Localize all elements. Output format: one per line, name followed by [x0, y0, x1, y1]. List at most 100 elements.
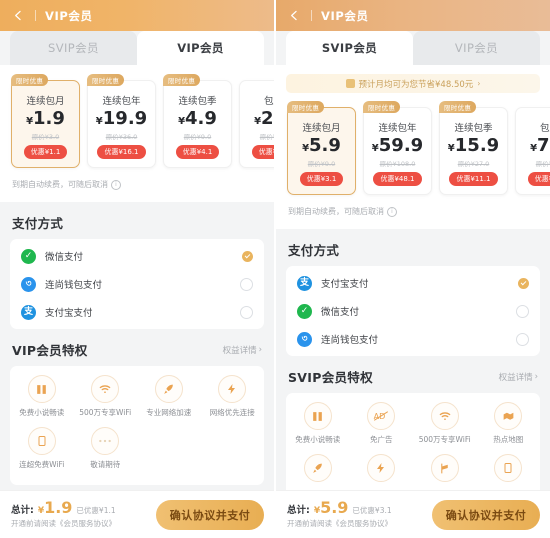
benefit-label: 连超免费WiFi: [19, 460, 65, 469]
info-icon[interactable]: i: [111, 179, 121, 190]
payment-row-wechat[interactable]: ✓ 微信支付: [286, 297, 540, 325]
benefit-item[interactable]: 500万专享WiFi: [413, 402, 477, 445]
alipay-icon: 支: [297, 275, 312, 291]
coupon-icon: [345, 79, 355, 88]
plan-price-value: 19.9: [102, 108, 148, 129]
benefits-detail-link[interactable]: 权益详情 ›: [499, 371, 538, 383]
tab-svip[interactable]: SVIP会员: [286, 31, 413, 65]
benefit-label: 免费小说畅读: [295, 435, 341, 444]
plan-card[interactable]: 包月 ¥7.8 原价¥9.0 优惠¥1.2: [515, 107, 550, 195]
back-arrow-icon[interactable]: [11, 8, 26, 23]
payment-label: 微信支付: [45, 252, 84, 263]
currency-symbol: ¥: [302, 143, 310, 154]
payment-label: 连尚钱包支付: [45, 280, 103, 291]
agreement-text[interactable]: 开通前请阅读《会员服务协议》: [287, 518, 392, 529]
benefits-grid-card: 免费小说畅读 AD 免广告 500万专享WiFi: [286, 393, 540, 501]
checkout-bar: 总计: ¥5.9 已优惠¥3.1 开通前请阅读《会员服务协议》 确认协议并支付: [276, 490, 550, 538]
plan-discount-tag: 优惠¥11.1: [449, 172, 498, 186]
benefit-item[interactable]: AD 免广告: [350, 402, 414, 445]
more-dots-icon: [91, 427, 120, 455]
currency-symbol: ¥: [371, 143, 379, 154]
plan-card[interactable]: 限时优惠 连续包年 ¥19.9 原价¥36.0 优惠¥16.1: [87, 74, 156, 168]
plan-card[interactable]: 限时优惠 连续包年 ¥59.9 原价¥108.0 优惠¥48.1: [363, 101, 432, 195]
payment-label: 支付宝支付: [45, 308, 93, 319]
plan-card[interactable]: 限时优惠 连续包季 ¥15.9 原价¥27.0 优惠¥11.1: [439, 101, 508, 195]
benefit-item[interactable]: 500万专享WiFi: [74, 375, 138, 418]
plan-price-value: 15.9: [454, 135, 500, 156]
payment-radio-selected[interactable]: [242, 250, 253, 262]
benefit-item[interactable]: [286, 454, 350, 486]
benefit-item[interactable]: 专业网络加速: [137, 375, 201, 418]
benefit-item[interactable]: 敬请期待: [74, 427, 138, 470]
benefit-label: 网络优先连接: [209, 408, 255, 417]
info-icon[interactable]: i: [387, 206, 397, 217]
alipay-icon: 支: [21, 304, 36, 320]
back-arrow-icon[interactable]: [287, 8, 302, 23]
plan-list[interactable]: 限时优惠 连续包月 ¥1.9 原价¥3.0 优惠¥1.1 限时优惠 连续包年 ¥…: [0, 71, 274, 174]
app-header: VIP会员: [0, 0, 274, 31]
plan-name: 连续包月: [302, 123, 341, 134]
benefit-item[interactable]: 热点地图: [477, 402, 541, 445]
benefit-item[interactable]: 免费小说畅读: [286, 402, 350, 445]
benefit-item[interactable]: 网络优先连接: [201, 375, 265, 418]
payment-section-header: 支付方式: [276, 229, 550, 266]
benefits-detail-link[interactable]: 权益详情 ›: [223, 344, 262, 356]
plan-name: 连续包月: [26, 96, 65, 107]
plan-card[interactable]: 包月 ¥2.4 原价¥3.0 优惠¥0.6: [239, 80, 274, 168]
lightning-icon: [367, 454, 396, 482]
plan-card[interactable]: 限时优惠 连续包月 ¥1.9 原价¥3.0 优惠¥1.1: [11, 74, 80, 168]
tab-svip[interactable]: SVIP会员: [10, 31, 137, 65]
payment-section-header: 支付方式: [0, 202, 274, 239]
payment-row-wallet[interactable]: ৩ 连尚钱包支付: [286, 325, 540, 353]
plan-section: 预计月均可为您节省¥48.50元 › 限时优惠 连续包月 ¥5.9 原价¥9.0…: [276, 65, 550, 229]
payment-radio[interactable]: [516, 332, 529, 346]
payment-row-alipay[interactable]: 支 支付宝支付: [10, 298, 264, 326]
agreement-text[interactable]: 开通前请阅读《会员服务协议》: [11, 518, 116, 529]
payment-radio-selected[interactable]: [518, 277, 529, 289]
wechat-icon: ✓: [21, 248, 36, 264]
wallet-icon: ৩: [297, 331, 312, 347]
benefit-item[interactable]: 连超免费WiFi: [10, 427, 74, 470]
total-amount: ¥1.9: [38, 500, 73, 516]
plan-discount-tag: 优惠¥16.1: [97, 145, 146, 159]
payment-radio[interactable]: [240, 277, 253, 291]
payment-label: 连尚钱包支付: [321, 335, 379, 346]
total-amount-value: 1.9: [44, 498, 73, 517]
rocket-icon: [303, 454, 332, 482]
confirm-pay-button[interactable]: 确认协议并支付: [156, 499, 264, 530]
tab-vip[interactable]: VIP会员: [413, 31, 540, 65]
plan-original-price: 原价¥9.0: [183, 133, 212, 141]
benefit-item[interactable]: [413, 454, 477, 486]
plan-discount-tag: 优惠¥3.1: [299, 172, 344, 186]
plan-discount-tag: 优惠¥0.6: [251, 145, 274, 159]
plan-name: 连续包年: [102, 96, 141, 107]
book-icon: [303, 402, 332, 430]
limited-offer-badge: 限时优惠: [163, 74, 201, 86]
payment-row-wallet[interactable]: ৩ 连尚钱包支付: [10, 270, 264, 298]
plan-price: ¥5.9: [302, 137, 341, 155]
plan-name: 连续包季: [454, 123, 493, 134]
payment-section-title: 支付方式: [288, 243, 340, 258]
savings-banner[interactable]: 预计月均可为您节省¥48.50元 ›: [286, 74, 540, 93]
payment-row-alipay[interactable]: 支 支付宝支付: [286, 269, 540, 297]
plan-list[interactable]: 限时优惠 连续包月 ¥5.9 原价¥9.0 优惠¥3.1 限时优惠 连续包年 ¥…: [276, 98, 550, 201]
payment-row-wechat[interactable]: ✓ 微信支付: [10, 242, 264, 270]
benefit-item[interactable]: [350, 454, 414, 486]
benefits-section-header: VIP会员特权 权益详情 ›: [0, 329, 274, 366]
plan-card[interactable]: 限时优惠 连续包季 ¥4.9 原价¥9.0 优惠¥4.1: [163, 74, 232, 168]
benefit-label: 500万专享WiFi: [79, 408, 132, 417]
total-amount: ¥5.9: [314, 500, 349, 516]
tab-vip[interactable]: VIP会员: [137, 31, 264, 65]
benefit-item[interactable]: [477, 454, 541, 486]
lightning-icon: [218, 375, 247, 403]
benefit-item[interactable]: 免费小说畅读: [10, 375, 74, 418]
confirm-pay-button[interactable]: 确认协议并支付: [432, 499, 540, 530]
checkout-bar: 总计: ¥1.9 已优惠¥1.1 开通前请阅读《会员服务协议》 确认协议并支付: [0, 490, 274, 538]
benefit-label: 专业网络加速: [146, 408, 192, 417]
limited-offer-badge: 限时优惠: [363, 101, 401, 113]
auto-renew-text: 到期自动续费，可随后取消: [12, 180, 108, 189]
limited-offer-badge: 限时优惠: [287, 101, 325, 113]
payment-radio[interactable]: [516, 304, 529, 318]
payment-radio[interactable]: [240, 305, 253, 319]
plan-card[interactable]: 限时优惠 连续包月 ¥5.9 原价¥9.0 优惠¥3.1: [287, 101, 356, 195]
